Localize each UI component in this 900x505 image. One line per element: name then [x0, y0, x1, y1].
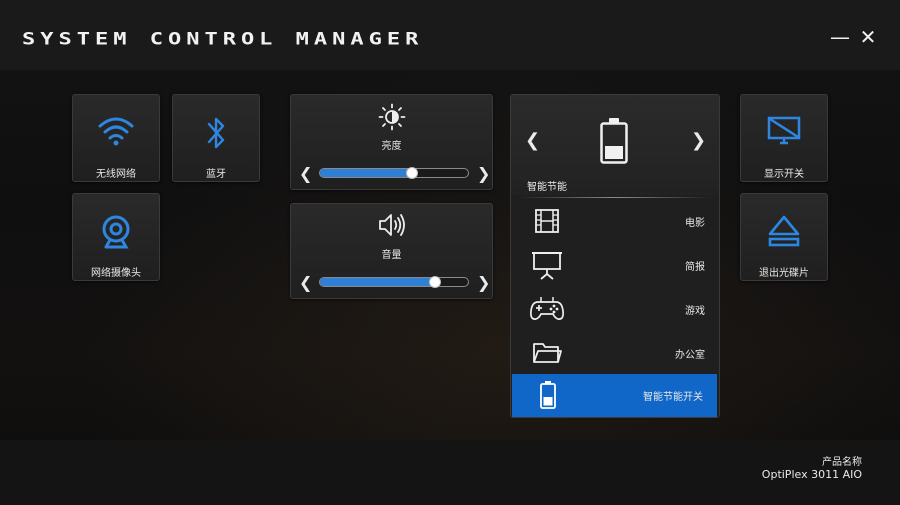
- presentation-icon: [532, 252, 562, 280]
- divider: [519, 197, 711, 198]
- smart-power-saving-label: 智能节能开关: [643, 392, 703, 403]
- gamepad-icon: [530, 297, 564, 320]
- film-icon: [535, 209, 559, 233]
- volume-label: 音量: [381, 250, 402, 261]
- bluetooth-label: 蓝牙: [206, 169, 226, 180]
- power-mode-office-label: 办公室: [675, 350, 705, 361]
- volume-decrease-button[interactable]: ❮: [299, 275, 312, 291]
- wifi-icon: [98, 117, 134, 146]
- battery-icon: [540, 381, 556, 409]
- volume-panel: 音量 ❮ ❯: [290, 203, 493, 299]
- close-button[interactable]: ✕: [857, 26, 879, 48]
- battery-large-icon: [600, 118, 628, 164]
- display-toggle-tile[interactable]: 显示开关: [740, 94, 828, 182]
- volume-fill: [320, 278, 435, 286]
- smart-power-saving-toggle[interactable]: 智能节能开关: [512, 374, 717, 417]
- power-mode-movie[interactable]: 电影: [511, 200, 719, 243]
- volume-increase-button[interactable]: ❯: [477, 275, 490, 291]
- product-name-label: 产品名称: [822, 457, 862, 468]
- webcam-label: 网络摄像头: [91, 268, 141, 279]
- power-mode-presentation-label: 简报: [685, 262, 705, 273]
- brightness-thumb[interactable]: [406, 167, 418, 179]
- eject-disc-label: 退出光碟片: [759, 268, 809, 279]
- brightness-slider[interactable]: [319, 167, 469, 179]
- volume-slider[interactable]: [319, 276, 469, 288]
- power-mode-office[interactable]: 办公室: [511, 332, 719, 375]
- minimize-button[interactable]: —: [829, 26, 851, 48]
- power-mode-next-button[interactable]: ❯: [691, 132, 706, 150]
- volume-thumb[interactable]: [429, 276, 441, 288]
- power-mode-movie-label: 电影: [685, 218, 705, 229]
- brightness-label: 亮度: [381, 141, 402, 152]
- product-name-value: OptiPlex 3011 AIO: [761, 468, 862, 481]
- bluetooth-icon: [207, 117, 225, 149]
- brightness-decrease-button[interactable]: ❮: [299, 166, 312, 182]
- bluetooth-tile[interactable]: 蓝牙: [172, 94, 260, 182]
- folder-icon: [533, 343, 562, 363]
- eject-disc-tile[interactable]: 退出光碟片: [740, 193, 828, 281]
- brightness-fill: [320, 169, 412, 177]
- power-mode-presentation[interactable]: 简报: [511, 244, 719, 287]
- eject-icon: [768, 215, 800, 247]
- power-mode-game[interactable]: 游戏: [511, 288, 719, 331]
- wifi-label: 无线网络: [96, 169, 136, 180]
- webcam-tile[interactable]: 网络摄像头: [72, 193, 160, 281]
- power-mode-game-label: 游戏: [685, 306, 705, 317]
- brightness-panel: 亮度 ❮ ❯: [290, 94, 493, 190]
- power-mode-panel: ❮ ❯ 智能节能 电影 简报 游戏 办公室 智能节能开关: [510, 94, 720, 418]
- power-mode-current: 智能节能: [527, 182, 567, 193]
- brightness-increase-button[interactable]: ❯: [477, 166, 490, 182]
- power-mode-prev-button[interactable]: ❮: [525, 132, 540, 150]
- power-mode-header: ❮ ❯ 智能节能: [511, 95, 719, 195]
- sun-icon: [378, 103, 405, 131]
- webcam-icon: [102, 215, 130, 249]
- display-toggle-label: 显示开关: [764, 169, 804, 180]
- speaker-icon: [378, 214, 405, 236]
- wifi-tile[interactable]: 无线网络: [72, 94, 160, 182]
- app-title: SYSTEM CONTROL MANAGER: [22, 30, 424, 49]
- title-bar: SYSTEM CONTROL MANAGER — ✕: [0, 0, 900, 70]
- display-off-icon: [767, 116, 801, 145]
